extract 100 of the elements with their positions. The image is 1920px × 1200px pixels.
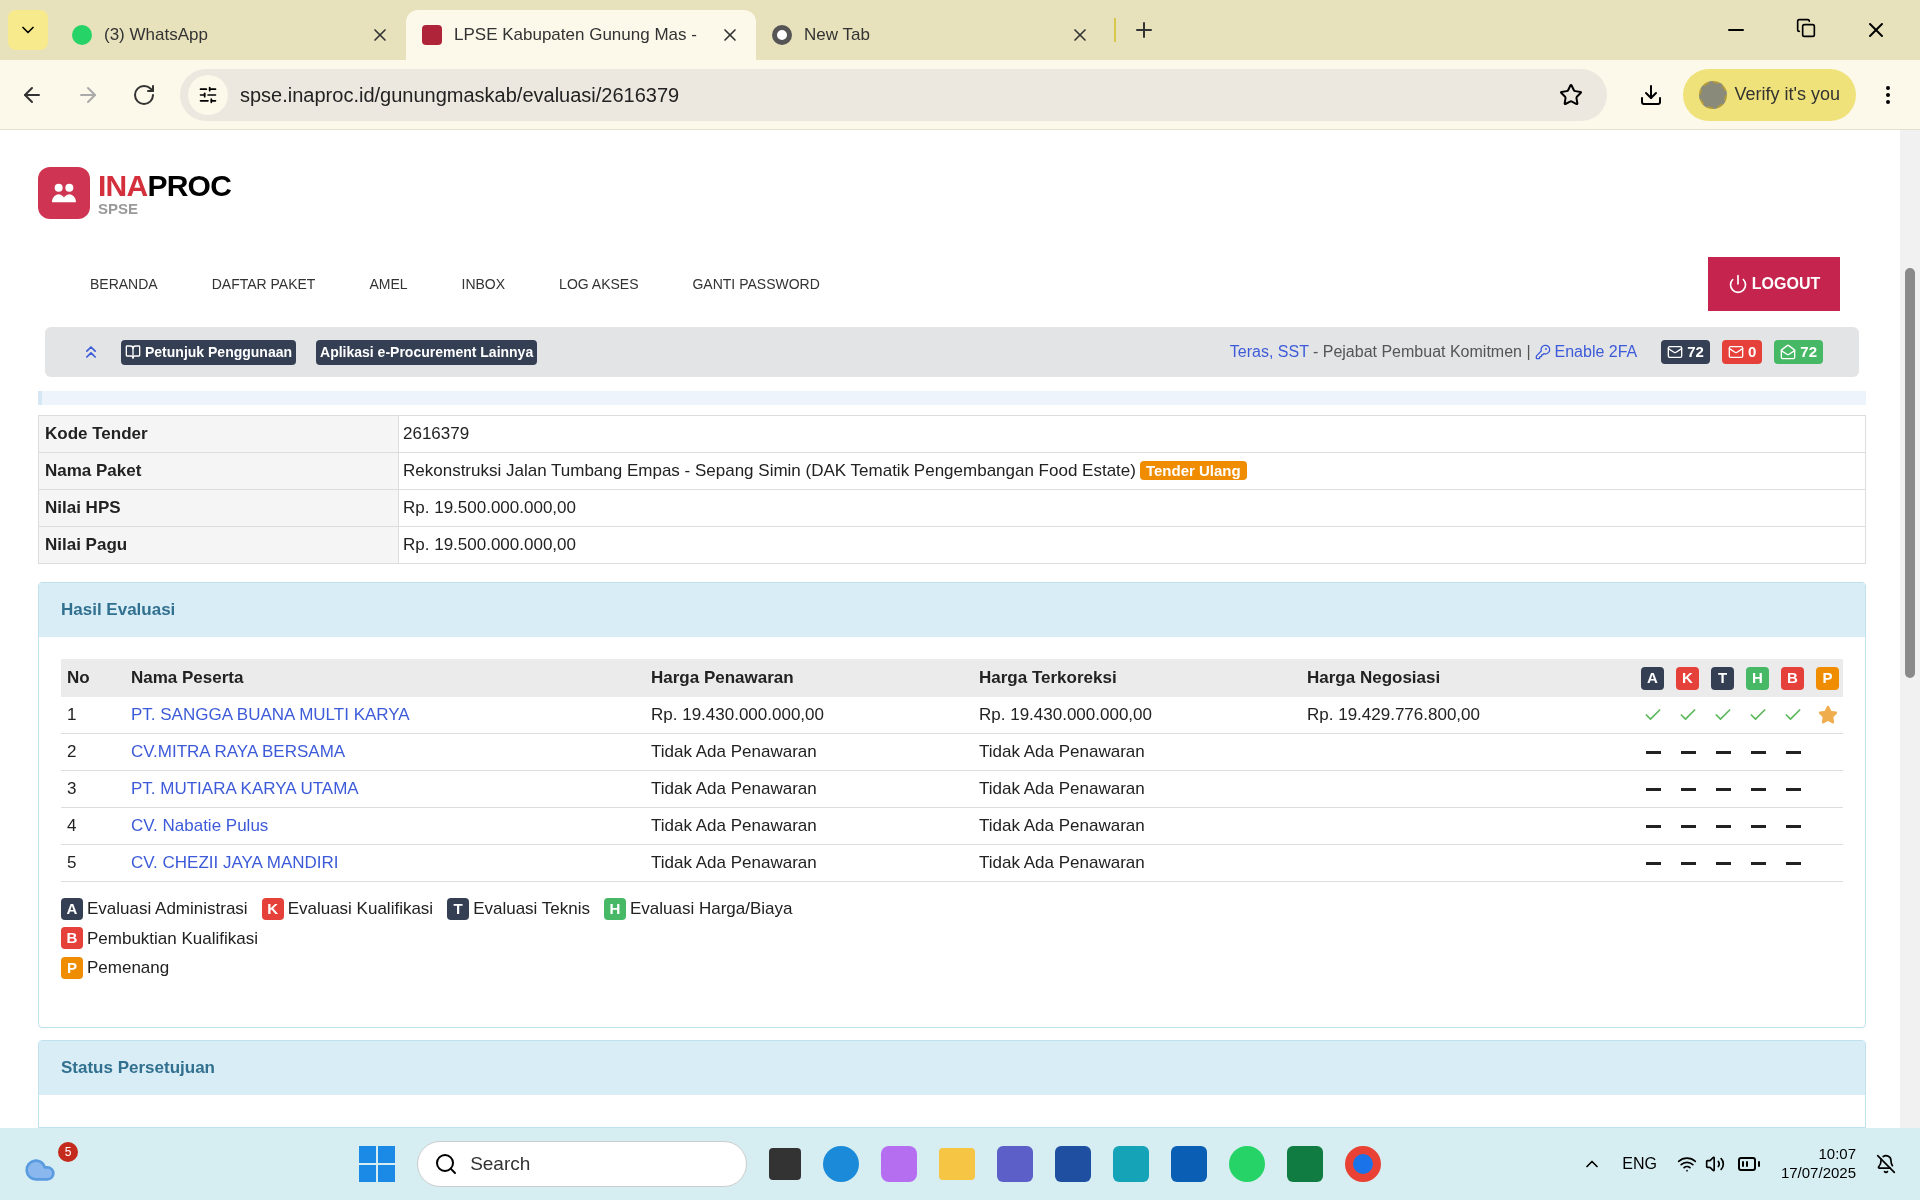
address-bar[interactable]: spse.inaproc.id/gunungmaskab/evaluasi/2616379	[180, 68, 1607, 121]
url-text: spse.inaproc.id/gunungmaskab/evaluasi/2616379	[240, 82, 681, 108]
bookmark-icon[interactable]	[1558, 82, 1583, 107]
avatar-icon	[1698, 80, 1727, 109]
legend-label: Evaluasi Administrasi	[87, 898, 248, 920]
restore-icon[interactable]	[1796, 18, 1816, 38]
field-value: Rp. 19.500.000.000,00	[398, 526, 1866, 564]
help-button[interactable]: Petunjuk Penggunaan	[121, 339, 296, 365]
browser-tab[interactable]: New Tab	[756, 10, 1106, 60]
nav-link[interactable]: GANTI PASSWORD	[692, 273, 820, 295]
legend-label: Pembuktian Kualifikasi	[87, 927, 259, 950]
stage-badge: B	[1781, 666, 1804, 690]
field-value: Rp. 19.500.000.000,00	[398, 489, 1866, 527]
open-envelope-icon	[1780, 344, 1797, 360]
app-icon[interactable]	[1171, 1146, 1208, 1182]
column-header: No	[66, 667, 91, 690]
brand-subtitle: SPSE	[98, 200, 140, 216]
browser-icon[interactable]	[823, 1146, 860, 1182]
nav-link[interactable]: LOG AKSES	[559, 273, 639, 295]
participant-link[interactable]: CV.MITRA RAYA BERSAMA	[131, 742, 346, 762]
user-link[interactable]: Teras, SST	[1229, 340, 1309, 364]
start-icon[interactable]	[359, 1146, 396, 1182]
legend-badge: T	[447, 897, 470, 920]
legend-badge: H	[604, 897, 626, 920]
app-icon[interactable]	[881, 1146, 918, 1182]
field-value: 2616379	[398, 415, 1866, 453]
book-icon	[125, 344, 141, 360]
volume-icon[interactable]	[1704, 1154, 1725, 1174]
chat-app-icon	[72, 25, 92, 45]
legend-label: Evaluasi Kualifikasi	[287, 898, 434, 920]
clock-date[interactable]: 17/07/2025	[1780, 1164, 1856, 1183]
table-cell-text: 2	[66, 741, 78, 764]
table-cell-text: Tidak Ada Penawaran	[978, 741, 1146, 764]
scrollbar[interactable]	[1900, 130, 1920, 1128]
table-cell-text: Tidak Ada Penawaran	[650, 778, 818, 801]
participant-link[interactable]: PT. SANGGA BUANA MULTI KARYA	[131, 705, 410, 725]
key-icon	[1534, 344, 1551, 360]
table-cell-text: 1	[66, 704, 78, 727]
participant-link[interactable]: CV. CHEZII JAYA MANDIRI	[131, 853, 339, 873]
nav-link[interactable]: AMEL	[369, 273, 408, 295]
app-icon[interactable]	[997, 1146, 1034, 1182]
reload-icon[interactable]	[132, 82, 156, 107]
stage-badge: P	[1816, 666, 1839, 690]
table-cell-text: Tidak Ada Penawaran	[650, 852, 818, 875]
download-icon[interactable]	[1638, 82, 1663, 107]
field-value: Rekonstruksi Jalan Tumbang Empas - Sepang Simin (DAK Tematik Pengembangan Food Estate) Tender Ulang	[398, 452, 1866, 490]
search-icon	[434, 1152, 459, 1176]
legend-label: Evaluasi Harga/Biaya	[630, 898, 793, 920]
site-settings-icon[interactable]	[188, 74, 228, 115]
count-badge[interactable]: 0	[1721, 339, 1763, 365]
nav-link[interactable]: BERANDA	[90, 273, 158, 295]
table-cell-text: 5	[66, 852, 78, 875]
legend-badge: K	[261, 897, 284, 920]
table-cell-text: Tidak Ada Penawaran	[650, 741, 818, 764]
field-label: Nama Paket	[38, 452, 399, 490]
user-role: - Pejabat Pembuat Komitmen |	[1312, 342, 1531, 362]
spreadsheet-icon[interactable]	[1287, 1146, 1324, 1182]
legend-label: Evaluasi Teknis	[473, 898, 590, 920]
field-label: Kode Tender	[38, 415, 399, 453]
logo-icon	[38, 167, 90, 219]
panel-title: Hasil Evaluasi	[61, 599, 176, 622]
stage-badge: A	[1641, 666, 1664, 690]
notification-icon[interactable]	[1876, 1154, 1896, 1174]
table-cell-text: Tidak Ada Penawaran	[978, 852, 1146, 875]
nav-link[interactable]: INBOX	[461, 273, 506, 295]
count-badge[interactable]: 72	[1661, 339, 1710, 365]
table-cell-text: Tidak Ada Penawaran	[650, 815, 818, 838]
task-view-icon[interactable]	[769, 1148, 802, 1180]
help-button[interactable]: Aplikasi e-Procurement Lainnya	[316, 339, 538, 365]
brand-name: INAPROC	[98, 170, 232, 201]
nav-link[interactable]: DAFTAR PAKET	[211, 273, 316, 295]
browser-icon[interactable]	[1345, 1146, 1382, 1182]
stage-badge: K	[1676, 666, 1699, 690]
enable-2fa-link[interactable]: Enable 2FA	[1534, 340, 1638, 364]
wifi-icon[interactable]	[1676, 1154, 1697, 1174]
notification-badge: 5	[58, 1142, 78, 1162]
participant-link[interactable]: CV. Nabatie Pulus	[131, 816, 269, 836]
language-indicator[interactable]: ENG	[1622, 1152, 1657, 1176]
clock-time[interactable]: 10:07	[1818, 1145, 1856, 1164]
field-label: Nilai Pagu	[38, 526, 399, 564]
browser-tab[interactable]: (3) WhatsApp	[56, 10, 406, 60]
table-cell-text: Tidak Ada Penawaran	[978, 815, 1146, 838]
logout-button[interactable]: LOGOUT	[1708, 257, 1840, 311]
column-header: Harga Terkoreksi	[978, 667, 1118, 690]
status-tag: Tender Ulang	[1139, 461, 1247, 481]
legend-badge: B	[61, 927, 83, 950]
site-favicon	[422, 25, 442, 45]
legend-label: Pemenang	[87, 957, 170, 979]
tab-title: (3) WhatsApp	[104, 24, 209, 47]
browser-tab[interactable]: LPSE Kabupaten Gunung Mas -	[406, 10, 756, 60]
column-header: Harga Penawaran	[650, 667, 795, 690]
store-icon[interactable]	[1055, 1146, 1092, 1182]
legend-badge: A	[61, 897, 83, 920]
participant-link[interactable]: PT. MUTIARA KARYA UTAMA	[131, 779, 359, 799]
search-field[interactable]: Search	[417, 1141, 748, 1187]
panel-title: Status Persetujuan	[61, 1057, 215, 1080]
tab-title: LPSE Kabupaten Gunung Mas -	[454, 24, 698, 47]
table-cell-text: Tidak Ada Penawaran	[978, 778, 1146, 801]
profile-button[interactable]: Verify it's you	[1682, 68, 1856, 121]
envelope-icon	[1667, 344, 1684, 360]
